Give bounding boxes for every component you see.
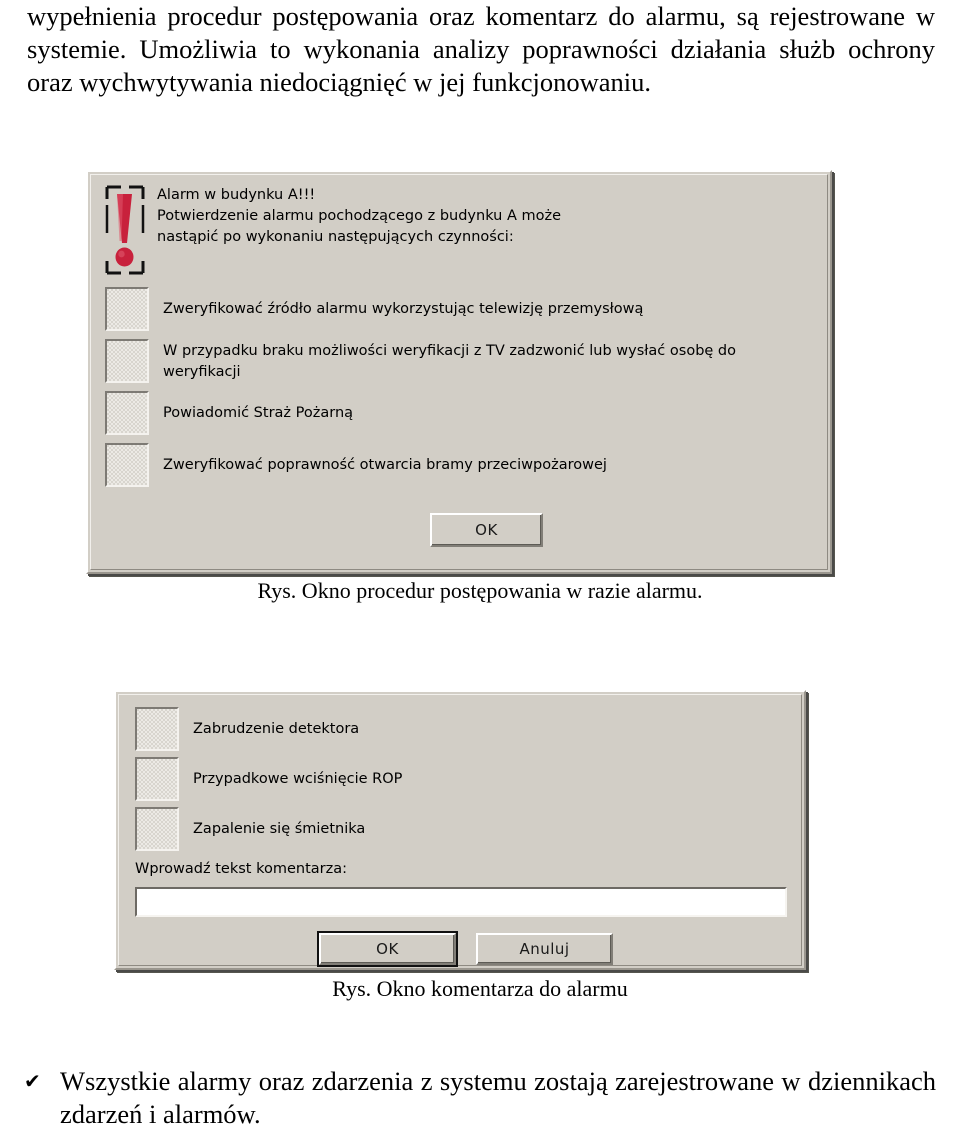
checkbox-bin-fire[interactable]	[135, 807, 179, 851]
comment-input[interactable]	[135, 887, 787, 917]
checkitem-row[interactable]: W przypadku braku możliwości weryfikacji…	[105, 339, 805, 383]
checkbox-accidental-rop-press[interactable]	[135, 757, 179, 801]
checkitem-label: Powiadomić Straż Pożarną	[163, 405, 354, 421]
comment-field-label: Wprowadź tekst komentarza:	[135, 861, 347, 877]
figure1-caption: Rys. Okno procedur postępowania w razie …	[257, 578, 703, 603]
checkmark-icon: ✔	[24, 1069, 41, 1093]
checkitem-row[interactable]: Zabrudzenie detektora	[135, 707, 775, 751]
ok-button[interactable]: OK	[430, 513, 543, 547]
checkitem-row[interactable]: Powiadomić Straż Pożarną	[105, 391, 805, 435]
checkitem-label: Zweryfikować poprawność otwarcia bramy p…	[163, 457, 607, 473]
dialog-inner-frame: Alarm w budynku A!!! Potwierdzenie alarm…	[90, 174, 828, 570]
checkitem-label: Przypadkowe wciśnięcie ROP	[193, 771, 403, 787]
checkitem-row[interactable]: Zapalenie się śmietnika	[135, 807, 775, 851]
cancel-button[interactable]: Anuluj	[476, 933, 613, 965]
alarm-exclamation-icon	[105, 185, 145, 275]
checkitem-label: Zabrudzenie detektora	[193, 721, 360, 737]
checkbox-call-or-send-person[interactable]	[105, 339, 149, 383]
alarm-procedures-dialog: Alarm w budynku A!!! Potwierdzenie alarm…	[86, 170, 832, 574]
checkitem-label: Zweryfikować źródło alarmu wykorzystując…	[163, 301, 644, 317]
checkitem-label: W przypadku braku możliwości weryfikacji…	[163, 343, 736, 380]
checkbox-verify-fire-gate[interactable]	[105, 443, 149, 487]
alarm-message-text: Alarm w budynku A!!! Potwierdzenie alarm…	[157, 187, 561, 245]
checkbox-notify-fire-brigade[interactable]	[105, 391, 149, 435]
checkbox-detector-dirty[interactable]	[135, 707, 179, 751]
checkitem-label: Zapalenie się śmietnika	[193, 821, 366, 837]
checkitem-row[interactable]: Zweryfikować poprawność otwarcia bramy p…	[105, 443, 805, 487]
intro-paragraph: wypełnienia procedur postępowania oraz k…	[27, 1, 935, 97]
checkitem-row[interactable]: Zweryfikować źródło alarmu wykorzystując…	[105, 287, 805, 331]
ok-button[interactable]: OK	[317, 931, 458, 967]
alarm-comment-dialog: Zabrudzenie detektora Przypadkowe wciśni…	[114, 690, 806, 970]
checkbox-verify-source[interactable]	[105, 287, 149, 331]
checkitem-row[interactable]: Przypadkowe wciśnięcie ROP	[135, 757, 775, 801]
dialog-inner-frame: Zabrudzenie detektora Przypadkowe wciśni…	[118, 694, 802, 967]
figure2-caption: Rys. Okno komentarza do alarmu	[332, 976, 628, 1001]
summary-bullet-text: Wszystkie alarmy oraz zdarzenia z system…	[60, 1066, 936, 1129]
summary-bullet: ✔ Wszystkie alarmy oraz zdarzenia z syst…	[24, 1065, 936, 1131]
